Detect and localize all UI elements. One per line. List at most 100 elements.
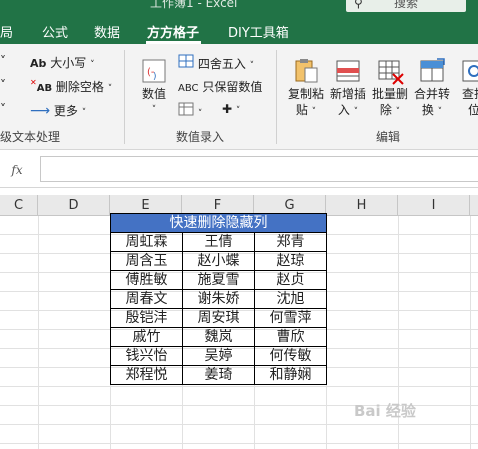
column-header-i[interactable]: I	[398, 195, 470, 216]
find-icon	[459, 56, 478, 86]
tab-layout[interactable]: 局	[0, 22, 13, 41]
search-icon: ⚲	[354, 0, 363, 10]
table-cell[interactable]: 赵小蝶	[182, 251, 255, 271]
group-separator	[276, 50, 277, 144]
table-cell[interactable]: 赵贞	[254, 270, 327, 290]
table-cell[interactable]: 郑青	[254, 232, 327, 252]
table-row: 钱兴怡 吴婷 何传敏	[110, 346, 327, 366]
chevron-down-icon: ˅	[197, 109, 203, 119]
table-cell[interactable]: 魏岚	[182, 327, 255, 347]
table-cell[interactable]: 何雪萍	[254, 308, 327, 328]
batch-delete-label-2: 除 ˅	[379, 103, 401, 117]
table-cell[interactable]: 周春文	[110, 289, 183, 309]
edit-group-label: 编辑	[376, 130, 401, 144]
batch-delete-button[interactable]: 批量删 除 ˅	[368, 56, 412, 120]
more-label: 更多	[53, 104, 78, 118]
table-cell[interactable]: 和静娴	[254, 365, 327, 385]
chevron-down-icon: ˅	[249, 61, 255, 71]
formula-bar: fx	[0, 150, 478, 188]
table-cell[interactable]: 姜琦	[182, 365, 255, 385]
round-icon	[178, 54, 198, 71]
number-icon: (- )	[139, 56, 169, 86]
tab-data[interactable]: 数据	[94, 22, 120, 41]
insert-button[interactable]: 新增插 入 ˅	[326, 56, 370, 120]
chevron-down-icon: ˅	[107, 84, 113, 94]
column-header-d[interactable]: D	[38, 195, 110, 216]
table-row: 周虹霖 王倩 郑青	[110, 232, 327, 252]
grid-line	[38, 216, 39, 449]
round-button[interactable]: 四舍五入 ˅	[178, 54, 254, 72]
table-row: 周含玉 赵小蝶 赵琼	[110, 251, 327, 271]
round-label: 四舍五入	[197, 57, 246, 71]
table-cell[interactable]: 谢朱娇	[182, 289, 255, 309]
batch-delete-icon	[375, 56, 405, 86]
cross-icon: ✚	[222, 102, 233, 116]
keep-number-label: 只保留数值	[202, 80, 263, 94]
names-table: 快速删除隐藏列 周虹霖 王倩 郑青 周含玉 赵小蝶 赵琼 傅胜敏 施夏雪 赵贞 …	[110, 213, 327, 385]
column-header-c[interactable]: C	[0, 195, 38, 216]
table-row: 戚竹 魏岚 曹欣	[110, 327, 327, 347]
copy-paste-button[interactable]: 复制粘 贴 ˅	[284, 56, 328, 120]
tab-formulas[interactable]: 公式	[42, 22, 68, 41]
table-title-cell[interactable]: 快速删除隐藏列	[110, 213, 327, 233]
chevron-down-icon: ˅	[81, 108, 87, 118]
table-cell[interactable]: 殷铠沣	[110, 308, 183, 328]
chevron-down-icon: ˅	[235, 106, 241, 116]
grid-line	[0, 424, 478, 425]
search-placeholder: 搜索	[394, 0, 419, 10]
title-bar: 工作簿1 - Excel ⚲ 搜索	[0, 0, 478, 14]
formula-input[interactable]	[40, 156, 478, 182]
more-button[interactable]: ⟶ 更多 ˅	[30, 102, 86, 119]
table-cell[interactable]: 周虹霖	[110, 232, 183, 252]
tab-diy-toolbox[interactable]: DIY工具箱	[228, 22, 289, 41]
table-header-row: 快速删除隐藏列	[110, 213, 327, 233]
keep-number-button[interactable]: ABC 只保留数值	[178, 78, 262, 95]
insert-function-button[interactable]: fx	[0, 158, 34, 182]
table-cell[interactable]: 施夏雪	[182, 270, 255, 290]
more-symbols-button[interactable]: ✚ ˅	[222, 102, 240, 116]
collapsed-dropdown-3[interactable]: ˅	[0, 102, 6, 116]
table-row: 傅胜敏 施夏雪 赵贞	[110, 270, 327, 290]
number-label: 数值	[141, 87, 166, 101]
tab-fangfang[interactable]: 方方格子	[147, 22, 199, 41]
table-cell[interactable]: 曹欣	[254, 327, 327, 347]
chevron-down-icon: ˅	[151, 105, 157, 115]
table-cell[interactable]: 钱兴怡	[110, 346, 183, 366]
table-cell[interactable]: 郑程悦	[110, 365, 183, 385]
table-cell[interactable]: 傅胜敏	[110, 270, 183, 290]
insert-symbol-button[interactable]: ˅	[178, 102, 202, 119]
keep-number-icon: ABC	[178, 83, 199, 94]
remove-space-button[interactable]: ✕AB 删除空格 ˅	[30, 78, 112, 95]
batch-delete-label: 批量删	[371, 87, 408, 101]
copy-paste-label: 复制粘	[287, 87, 324, 101]
clipboard-icon	[291, 56, 321, 86]
table-row: 周春文 谢朱娇 沈旭	[110, 289, 327, 309]
table-cell[interactable]: 赵琼	[254, 251, 327, 271]
window-title: 工作簿1 - Excel	[150, 0, 238, 10]
table-cell[interactable]: 周含玉	[110, 251, 183, 271]
symbol-grid-icon	[178, 102, 198, 119]
table-cell[interactable]: 何传敏	[254, 346, 327, 366]
search-box[interactable]: ⚲ 搜索	[346, 0, 466, 12]
collapsed-dropdown-1[interactable]: ˅	[0, 54, 6, 68]
merge-icon	[417, 56, 447, 86]
remove-space-icon: ✕AB	[30, 78, 53, 94]
ribbon: ˅ ˅ ˅ Ab 大小写 ˅ ✕AB 删除空格 ˅ ⟶ 更多 ˅ 级文本处理 (…	[0, 44, 478, 150]
table-cell[interactable]: 吴婷	[182, 346, 255, 366]
number-group-label: 数值录入	[176, 130, 225, 144]
number-button[interactable]: (- ) 数值 ˅	[132, 56, 176, 118]
merge-convert-button[interactable]: 合并转 换 ˅	[410, 56, 454, 120]
find-label: 查找	[461, 87, 478, 101]
table-row: 郑程悦 姜琦 和静娴	[110, 365, 327, 385]
column-header-h[interactable]: H	[326, 195, 398, 216]
find-label-2: 位	[467, 103, 478, 117]
insert-rows-icon	[333, 56, 363, 86]
table-cell[interactable]: 王倩	[182, 232, 255, 252]
case-button[interactable]: Ab 大小写 ˅	[30, 54, 95, 71]
table-cell[interactable]: 沈旭	[254, 289, 327, 309]
grid-line	[0, 443, 478, 444]
table-cell[interactable]: 周安琪	[182, 308, 255, 328]
collapsed-dropdown-2[interactable]: ˅	[0, 78, 6, 92]
find-locate-button[interactable]: 查找 位	[452, 56, 478, 118]
table-cell[interactable]: 戚竹	[110, 327, 183, 347]
